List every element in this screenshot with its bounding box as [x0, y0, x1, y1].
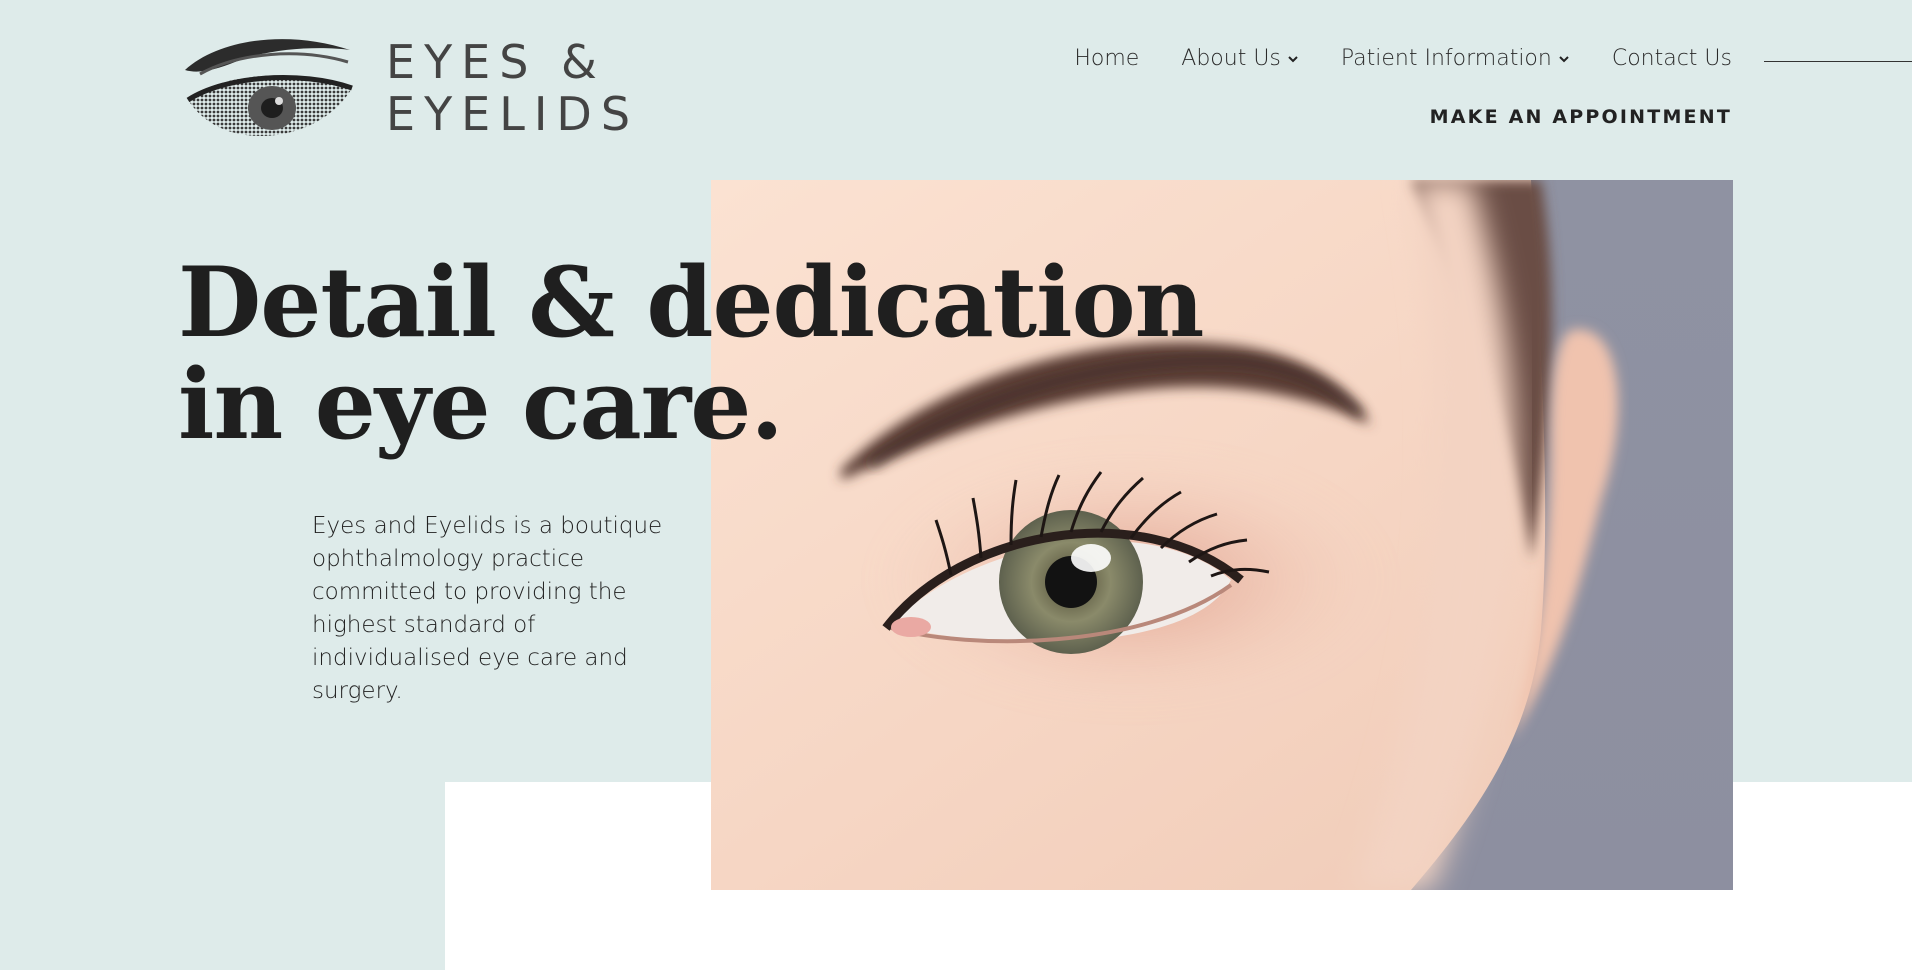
- nav-contact-us[interactable]: Contact Us: [1612, 46, 1732, 71]
- logo-line-1: EYES &: [386, 34, 606, 89]
- eye-logo-icon: [185, 39, 353, 137]
- logo-line-2: EYELIDS: [386, 86, 640, 141]
- page: EYES & EYELIDS Home About Us Patient Inf…: [0, 0, 1912, 970]
- nav-home-label: Home: [1074, 46, 1140, 71]
- chevron-down-icon: [1288, 55, 1298, 62]
- hero-headline-line-2: in eye care.: [178, 348, 784, 461]
- hero-headline-line-1: Detail & dedication: [178, 246, 1204, 359]
- nav-patient-information[interactable]: Patient Information: [1341, 46, 1570, 71]
- hero-intro-text: Eyes and Eyelids is a boutique ophthalmo…: [312, 513, 663, 704]
- main-nav: Home About Us Patient Information Contac…: [1074, 46, 1732, 71]
- site-logo[interactable]: EYES & EYELIDS: [180, 30, 639, 145]
- logo-wordmark: EYES & EYELIDS: [386, 36, 639, 140]
- nav-patient-information-label: Patient Information: [1340, 46, 1552, 71]
- nav-about-us[interactable]: About Us: [1181, 46, 1299, 71]
- nav-home[interactable]: Home: [1074, 46, 1139, 71]
- make-appointment-link[interactable]: MAKE AN APPOINTMENT: [1430, 106, 1732, 128]
- chevron-down-icon: [1559, 55, 1569, 62]
- hero-headline: Detail & dedication in eye care.: [178, 246, 1204, 461]
- nav-divider-line: [1764, 61, 1912, 62]
- nav-about-us-label: About Us: [1181, 46, 1281, 71]
- nav-contact-us-label: Contact Us: [1611, 46, 1732, 71]
